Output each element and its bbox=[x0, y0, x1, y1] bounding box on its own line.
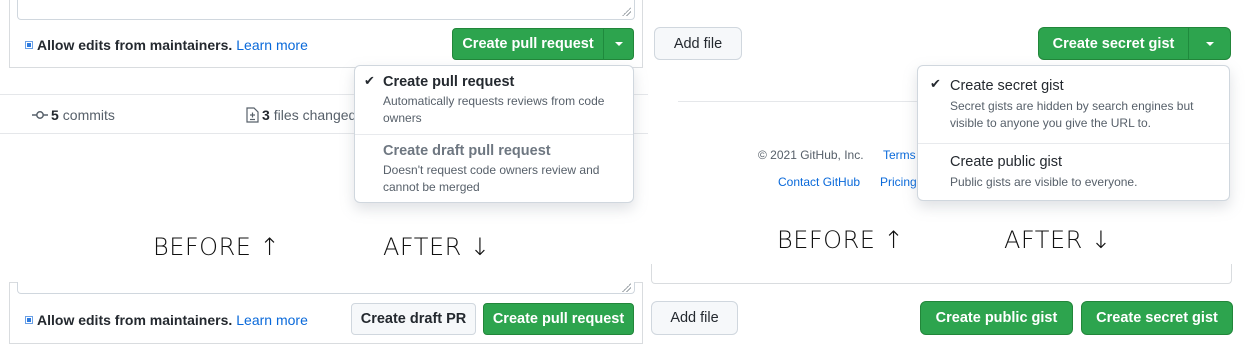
after-caption: AFTER ↓ bbox=[383, 233, 491, 261]
menu-item-create-draft-pull-request[interactable]: Create draft pull request Doesn't reques… bbox=[355, 135, 633, 204]
pr-before-textarea[interactable] bbox=[17, 0, 635, 20]
before-caption: BEFORE ↑ bbox=[153, 233, 281, 261]
gist-after-panel-edge bbox=[651, 264, 1232, 284]
check-icon: ✔ bbox=[364, 73, 375, 88]
allow-edits-label: Allow edits from maintainers. bbox=[37, 312, 233, 328]
triangle-down-icon bbox=[1205, 41, 1214, 46]
create-gist-dropdown-button[interactable] bbox=[1188, 27, 1231, 60]
learn-more-link[interactable]: Learn more bbox=[236, 37, 308, 53]
menu-item-create-public-gist[interactable]: Create public gist Public gists are visi… bbox=[918, 144, 1229, 202]
menu-item-description: Public gists are visible to everyone. bbox=[950, 175, 1138, 189]
menu-item-create-secret-gist[interactable]: ✔ Create secret gist Secret gists are hi… bbox=[918, 66, 1229, 143]
menu-item-title: Create secret gist bbox=[950, 78, 1064, 94]
commits-label: commits bbox=[62, 107, 115, 123]
git-commit-icon bbox=[32, 111, 48, 119]
before-caption: BEFORE ↑ bbox=[777, 226, 905, 254]
menu-item-title: Create public gist bbox=[950, 154, 1063, 170]
allow-edits-checkbox[interactable] bbox=[25, 41, 33, 49]
footer-terms-link[interactable]: Terms bbox=[883, 148, 916, 162]
menu-item-description: Secret gists are hidden by search engine… bbox=[950, 99, 1194, 130]
menu-item-create-pull-request[interactable]: ✔ Create pull request Automatically requ… bbox=[355, 66, 633, 134]
create-public-gist-button[interactable]: Create public gist bbox=[920, 301, 1073, 335]
footer-copyright: © 2021 GitHub, Inc. bbox=[758, 148, 864, 162]
menu-item-title: Create draft pull request bbox=[383, 143, 551, 159]
create-pull-request-button[interactable]: Create pull request bbox=[452, 28, 604, 60]
add-file-button[interactable]: Add file bbox=[654, 27, 742, 60]
create-pull-request-button[interactable]: Create pull request bbox=[483, 303, 634, 335]
allow-edits-row: Allow edits from maintainers. Learn more bbox=[25, 312, 308, 328]
create-pr-menu: ✔ Create pull request Automatically requ… bbox=[354, 65, 634, 203]
commits-stat[interactable]: 5 commits bbox=[32, 107, 115, 123]
create-secret-gist-button[interactable]: Create secret gist bbox=[1081, 301, 1233, 335]
create-draft-pr-button[interactable]: Create draft PR bbox=[351, 303, 476, 335]
create-gist-menu: ✔ Create secret gist Secret gists are hi… bbox=[917, 65, 1230, 201]
menu-item-description: Automatically requests reviews from code… bbox=[383, 94, 605, 125]
allow-edits-checkbox[interactable] bbox=[25, 316, 33, 324]
footer-contact-link[interactable]: Contact GitHub bbox=[778, 175, 860, 189]
resize-grip-icon[interactable] bbox=[622, 283, 631, 292]
files-changed-stat[interactable]: 3 files changed bbox=[246, 107, 356, 123]
files-count: 3 bbox=[262, 107, 270, 123]
files-label: files changed bbox=[273, 107, 357, 123]
menu-item-description: Doesn't request code owners review and c… bbox=[383, 163, 600, 194]
after-caption: AFTER ↓ bbox=[1004, 226, 1112, 254]
pr-after-textarea[interactable] bbox=[17, 282, 635, 294]
create-pr-dropdown-button[interactable] bbox=[603, 28, 634, 60]
learn-more-link[interactable]: Learn more bbox=[236, 312, 308, 328]
menu-item-title: Create pull request bbox=[383, 74, 515, 90]
triangle-down-icon bbox=[614, 42, 623, 46]
resize-grip-icon[interactable] bbox=[622, 7, 631, 16]
check-icon: ✔ bbox=[930, 76, 941, 91]
footer-pricing-link[interactable]: Pricing bbox=[880, 175, 917, 189]
allow-edits-row: Allow edits from maintainers. Learn more bbox=[25, 37, 308, 53]
create-secret-gist-button[interactable]: Create secret gist bbox=[1038, 27, 1189, 60]
allow-edits-label: Allow edits from maintainers. bbox=[37, 37, 233, 53]
gist-divider bbox=[678, 101, 918, 102]
add-file-button[interactable]: Add file bbox=[651, 301, 738, 335]
file-diff-icon bbox=[246, 107, 259, 123]
commits-count: 5 bbox=[51, 107, 59, 123]
